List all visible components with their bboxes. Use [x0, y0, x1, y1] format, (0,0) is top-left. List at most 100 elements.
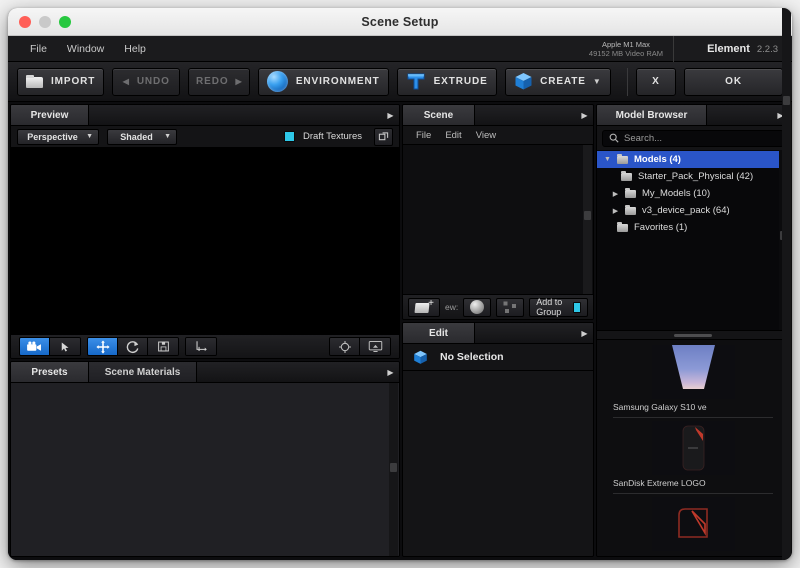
tab-scene[interactable]: Scene	[403, 105, 475, 125]
model-tree[interactable]: ▼ Models (4) Starter_Pack_Physical (42) …	[597, 150, 789, 330]
extrude-icon	[406, 72, 426, 91]
model-browser-tabstrip-filler	[707, 105, 772, 125]
preview-tabstrip-filler	[89, 105, 382, 125]
globe-icon	[267, 71, 289, 92]
scene-tabstrip-filler	[475, 105, 576, 125]
shading-value: Shaded	[120, 131, 153, 142]
preview-panel-menu-icon[interactable]: ▶	[382, 105, 399, 125]
tree-item-favorites[interactable]: Favorites (1)	[597, 219, 789, 236]
recenter-tool-button[interactable]	[330, 338, 360, 355]
ok-button[interactable]: OK	[684, 67, 783, 96]
scene-menu-view[interactable]: View	[471, 130, 501, 141]
scene-list-scrollbar[interactable]	[583, 145, 592, 294]
scene-tabstrip: Scene ▶	[403, 105, 593, 126]
ok-button-label: OK	[725, 76, 742, 87]
edit-panel: Edit ▶ No Selection	[402, 322, 594, 557]
thumbnail-item[interactable]: Samsung Galaxy S10 ve	[613, 342, 773, 417]
render-view-tool-button[interactable]	[360, 338, 390, 355]
view-tools-group	[329, 337, 391, 356]
search-input[interactable]: Search...	[602, 129, 784, 147]
menu-help[interactable]: Help	[114, 36, 156, 62]
chevron-right-icon[interactable]: ▶	[611, 190, 620, 198]
thumbnail-item[interactable]	[613, 493, 773, 556]
sphere-icon	[470, 300, 485, 314]
folder-icon	[621, 171, 633, 181]
tree-item-label: My_Models (10)	[642, 188, 711, 199]
import-button[interactable]: IMPORT	[17, 67, 105, 96]
draft-textures-checkbox[interactable]	[284, 131, 296, 142]
extrude-button-label: EXTRUDE	[433, 76, 488, 87]
create-button[interactable]: CREATE ▼	[505, 67, 611, 96]
transform-tools-group	[87, 337, 179, 356]
projection-dropdown[interactable]: Perspective ▼	[17, 128, 99, 145]
move-tool-button[interactable]	[88, 338, 118, 355]
brand-version: 2.2.3	[756, 43, 778, 55]
thumbnail-item[interactable]: SanDisk Extreme LOGO	[613, 417, 773, 493]
new-group-button[interactable]	[408, 297, 440, 317]
video-ram: 49152 MB Video RAM	[588, 49, 663, 58]
app-body: Preview ▶ Perspective ▼ Shaded ▼ Draft T…	[8, 8, 792, 560]
tree-item-v3-device-pack[interactable]: ▶ v3_device_pack (64)	[597, 202, 789, 219]
rotate-tool-button[interactable]	[118, 338, 148, 355]
scene-menu-edit[interactable]: Edit	[440, 130, 466, 141]
tree-item-my-models[interactable]: ▶ My_Models (10)	[597, 185, 789, 202]
new-material-button[interactable]	[463, 297, 492, 317]
tree-item-starter-pack-physical[interactable]: Starter_Pack_Physical (42)	[597, 168, 789, 185]
camera-tool-button[interactable]	[20, 338, 50, 355]
environment-button[interactable]: ENVIRONMENT	[258, 67, 390, 96]
tab-edit[interactable]: Edit	[403, 323, 475, 343]
extrude-button[interactable]: EXTRUDE	[397, 67, 498, 96]
presets-panel-menu-icon[interactable]: ▶	[382, 362, 399, 382]
scene-panel-menu-icon[interactable]: ▶	[576, 105, 593, 125]
expand-preview-button[interactable]	[374, 127, 393, 146]
edit-properties-area[interactable]	[403, 371, 593, 556]
tab-scene-materials[interactable]: Scene Materials	[89, 362, 197, 382]
environment-button-label: ENVIRONMENT	[295, 76, 380, 87]
scale-tool-button[interactable]	[148, 338, 178, 355]
scene-bottom-toolbar: ew: Add to Gr	[403, 294, 593, 319]
edit-panel-menu-icon[interactable]: ▶	[576, 323, 593, 343]
model-browser-splitter[interactable]	[597, 330, 789, 340]
presets-content-area[interactable]	[11, 383, 399, 556]
redo-button[interactable]: REDO ▶	[188, 67, 251, 96]
chevron-right-icon[interactable]: ▶	[611, 207, 620, 215]
undo-button[interactable]: ◀ UNDO	[112, 67, 181, 96]
undo-button-label: UNDO	[136, 76, 170, 87]
left-column: Preview ▶ Perspective ▼ Shaded ▼ Draft T…	[10, 104, 400, 557]
select-tool-button[interactable]	[50, 338, 80, 355]
thumbnail-caption: Samsung Galaxy S10 ve	[613, 402, 707, 412]
main-toolbar: IMPORT ◀ UNDO REDO ▶ ENVIRONMENT EXTRUDE	[8, 62, 792, 102]
cancel-button[interactable]: X	[635, 67, 677, 96]
add-to-group-button[interactable]: Add to Group	[529, 297, 588, 317]
edit-tabstrip: Edit ▶	[403, 323, 593, 344]
tab-preview[interactable]: Preview	[11, 105, 89, 125]
folder-icon	[26, 74, 44, 89]
preview-viewport[interactable]	[11, 148, 399, 334]
scene-menu-file[interactable]: File	[411, 130, 436, 141]
menu-window[interactable]: Window	[57, 36, 114, 62]
thumbnail-image	[651, 497, 735, 551]
menu-file[interactable]: File	[20, 36, 57, 62]
thumbnail-list-scrollbar[interactable]	[782, 8, 791, 560]
thumbnail-image	[651, 421, 735, 475]
new-node-button[interactable]	[496, 297, 525, 317]
tab-presets[interactable]: Presets	[11, 362, 89, 382]
new-folder-icon	[415, 298, 434, 314]
chevron-down-icon: ▼	[164, 133, 171, 140]
model-thumbnail-list[interactable]: Samsung Galaxy S10 ve SanDisk Extreme LO…	[597, 8, 791, 560]
app-window: Scene Setup File Window Help Apple M1 Ma…	[8, 8, 792, 560]
presets-scrollbar[interactable]	[389, 383, 398, 556]
add-to-group-checkbox[interactable]	[573, 301, 581, 313]
manipulator-toolbar	[11, 334, 399, 358]
gpu-name: Apple M1 Max	[601, 40, 650, 49]
scene-menubar: File Edit View	[403, 126, 593, 145]
tab-model-browser[interactable]: Model Browser	[597, 105, 707, 125]
scene-panel: Scene ▶ File Edit View ew:	[402, 104, 594, 320]
scene-object-list[interactable]	[403, 145, 593, 294]
axis-tool-button[interactable]	[186, 338, 216, 355]
model-browser-search-row: Search...	[597, 126, 789, 150]
tree-item-models[interactable]: ▼ Models (4)	[597, 151, 789, 168]
shading-dropdown[interactable]: Shaded ▼	[107, 128, 177, 145]
model-browser-panel: Model Browser ▶ Search... ▼ Models (4) S…	[596, 8, 791, 560]
chevron-down-icon[interactable]: ▼	[603, 156, 612, 163]
